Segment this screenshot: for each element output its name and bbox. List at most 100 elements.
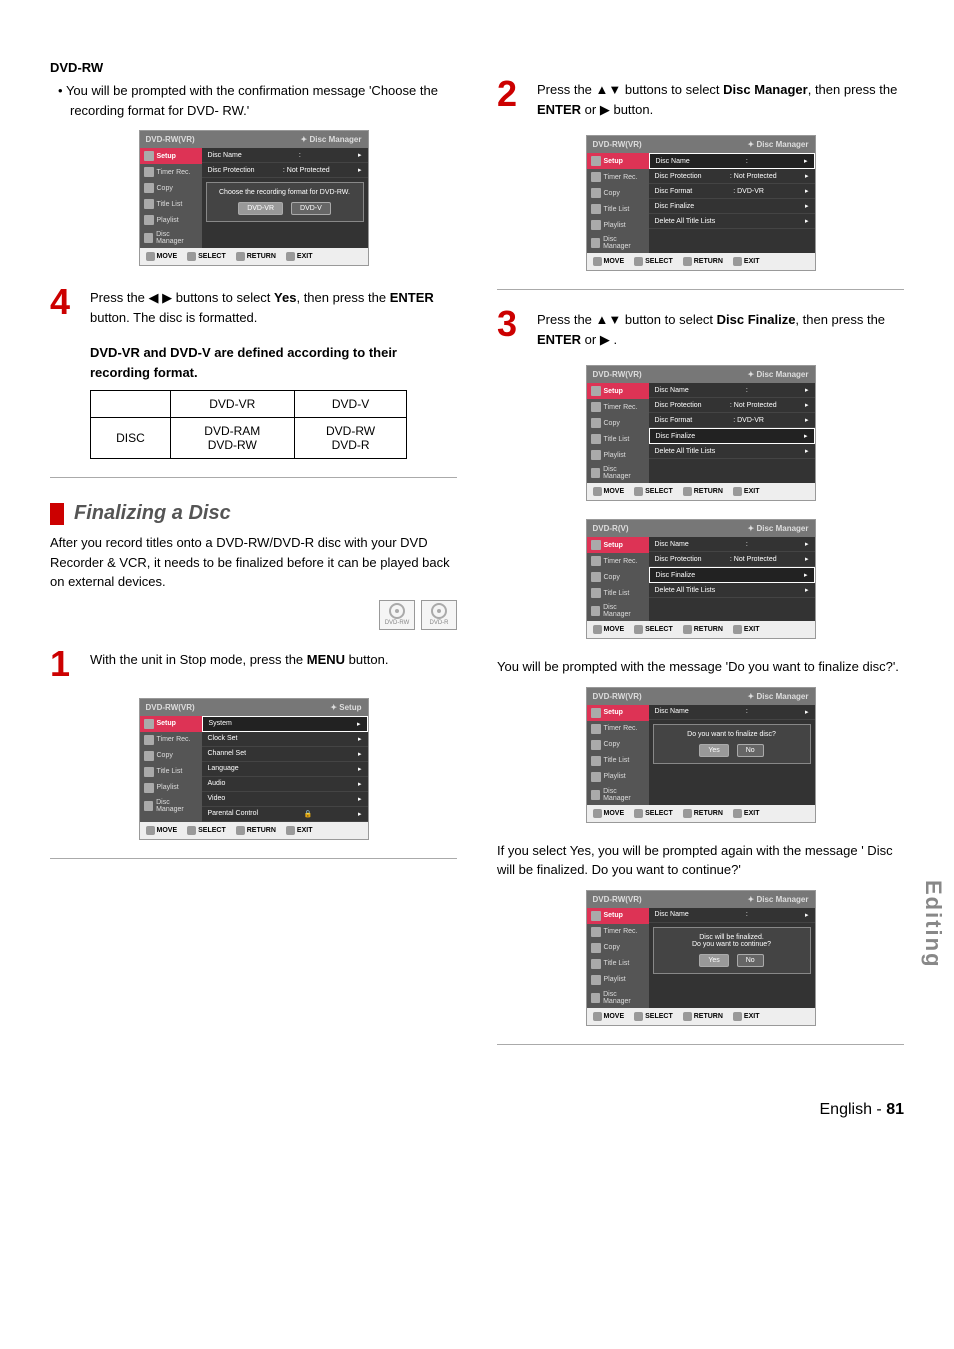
clock-icon (591, 724, 601, 734)
dvd-vr-button[interactable]: DVD-VR (238, 202, 283, 215)
return-icon (236, 252, 245, 261)
clock-icon (144, 735, 154, 745)
list-row: Clock Set▸ (202, 732, 368, 747)
list-row: Disc Name:▸ (649, 383, 815, 398)
dvd-v-button[interactable]: DVD-V (291, 202, 331, 215)
list-row: Disc Name:▸ (202, 148, 368, 163)
yes-button[interactable]: Yes (699, 744, 728, 757)
return-icon (683, 257, 692, 266)
sidebar-item: Disc Manager (587, 785, 649, 805)
sidebar-item: Playlist (140, 780, 202, 796)
list-row: Parental Control🔒▸ (202, 807, 368, 822)
select-icon (634, 257, 643, 266)
return-icon (683, 487, 692, 496)
popup-choose-format: Choose the recording format for DVD-RW. … (206, 182, 364, 222)
list-row: Delete All Title Lists▸ (649, 583, 815, 598)
dvdrw-heading: DVD-RW (50, 60, 457, 75)
sidebar-item: Title List (140, 764, 202, 780)
finalize-prompt-text: You will be prompted with the message 'D… (497, 657, 904, 677)
exit-icon (733, 625, 742, 634)
gear-icon (591, 708, 601, 718)
osd-section: ✦ Disc Manager (748, 692, 809, 701)
sidebar-item: Timer Rec. (587, 169, 649, 185)
clock-icon (144, 167, 154, 177)
osd-disc-finalize-vr: DVD-RW(VR) ✦ Disc Manager Setup Timer Re… (586, 365, 816, 501)
list-icon (591, 756, 601, 766)
gear-icon (591, 911, 601, 921)
sidebar-item: Playlist (587, 972, 649, 988)
disc-icon (144, 233, 154, 243)
copy-icon (591, 418, 601, 428)
osd-title: DVD-RW(VR) (593, 895, 642, 904)
step-3: 3 Press the ▲▼ button to select Disc Fin… (497, 306, 904, 349)
copy-icon (591, 572, 601, 582)
no-button[interactable]: No (737, 744, 764, 757)
step-number: 4 (50, 284, 80, 327)
no-button[interactable]: No (737, 954, 764, 967)
osd-section: ✦ Setup (330, 703, 361, 712)
clock-icon (591, 556, 601, 566)
list-row: Disc Format: DVD-VR▸ (649, 413, 815, 428)
sidebar-item: Title List (587, 431, 649, 447)
playlist-icon (144, 215, 154, 225)
list-icon (591, 959, 601, 969)
playlist-icon (591, 220, 601, 230)
osd-disc-finalize-r: DVD-R(V) ✦ Disc Manager Setup Timer Rec.… (586, 519, 816, 639)
osd-section: ✦ Disc Manager (748, 370, 809, 379)
move-icon (146, 252, 155, 261)
list-row: Disc Protection: Not Protected▸ (649, 169, 815, 184)
sidebar-item: Disc Manager (140, 228, 202, 248)
sidebar-item: Copy (140, 180, 202, 196)
sidebar-item: Setup (587, 705, 649, 721)
list-row: Delete All Title Lists▸ (649, 444, 815, 459)
osd-title: DVD-RW(VR) (593, 140, 642, 149)
gear-icon (144, 151, 154, 161)
sidebar-item: Disc Manager (587, 988, 649, 1008)
step-number: 3 (497, 306, 527, 349)
finalizing-heading: Finalizing a Disc (50, 502, 457, 525)
copy-icon (591, 188, 601, 198)
exit-icon (286, 252, 295, 261)
move-icon (593, 809, 602, 818)
step-number: 2 (497, 76, 527, 119)
return-icon (683, 625, 692, 634)
list-row: Disc Format: DVD-VR▸ (649, 184, 815, 199)
format-note: DVD-VR and DVD-V are defined according t… (90, 343, 457, 382)
sidebar-item: Playlist (587, 769, 649, 785)
move-icon (593, 1012, 602, 1021)
select-icon (187, 826, 196, 835)
sidebar-item: Timer Rec. (587, 553, 649, 569)
sidebar-item: Timer Rec. (587, 399, 649, 415)
return-icon (683, 809, 692, 818)
osd-title: DVD-R(V) (593, 524, 629, 533)
gear-icon (591, 386, 601, 396)
osd-title: DVD-RW(VR) (593, 370, 642, 379)
list-row: Delete All Title Lists▸ (649, 214, 815, 229)
copy-icon (591, 943, 601, 953)
list-row: Disc Protection: Not Protected▸ (649, 398, 815, 413)
osd-finalize-continue: DVD-RW(VR) ✦ Disc Manager Setup Timer Re… (586, 890, 816, 1026)
sidebar-item: Title List (587, 956, 649, 972)
sidebar-item: Copy (140, 748, 202, 764)
sidebar-item: Copy (587, 737, 649, 753)
disc-icon (591, 606, 601, 616)
sidebar-item: Setup (140, 148, 202, 164)
clock-icon (591, 402, 601, 412)
gear-icon (144, 719, 154, 729)
sidebar-item: Timer Rec. (587, 924, 649, 940)
up-down-arrows-icon: ▲▼ (596, 82, 622, 97)
up-down-arrows-icon: ▲▼ (596, 312, 622, 327)
list-row: Audio▸ (202, 777, 368, 792)
disc-icon (591, 238, 601, 248)
clock-icon (591, 927, 601, 937)
gear-icon (591, 156, 601, 166)
sidebar-item: Playlist (587, 217, 649, 233)
list-row: Channel Set▸ (202, 747, 368, 762)
yes-button[interactable]: Yes (699, 954, 728, 967)
section-bar-icon (50, 503, 64, 525)
disc-icon (591, 993, 601, 1003)
divider (50, 858, 457, 859)
sidebar-item: Timer Rec. (587, 721, 649, 737)
osd-section: ✦ Disc Manager (301, 135, 362, 144)
move-icon (593, 625, 602, 634)
